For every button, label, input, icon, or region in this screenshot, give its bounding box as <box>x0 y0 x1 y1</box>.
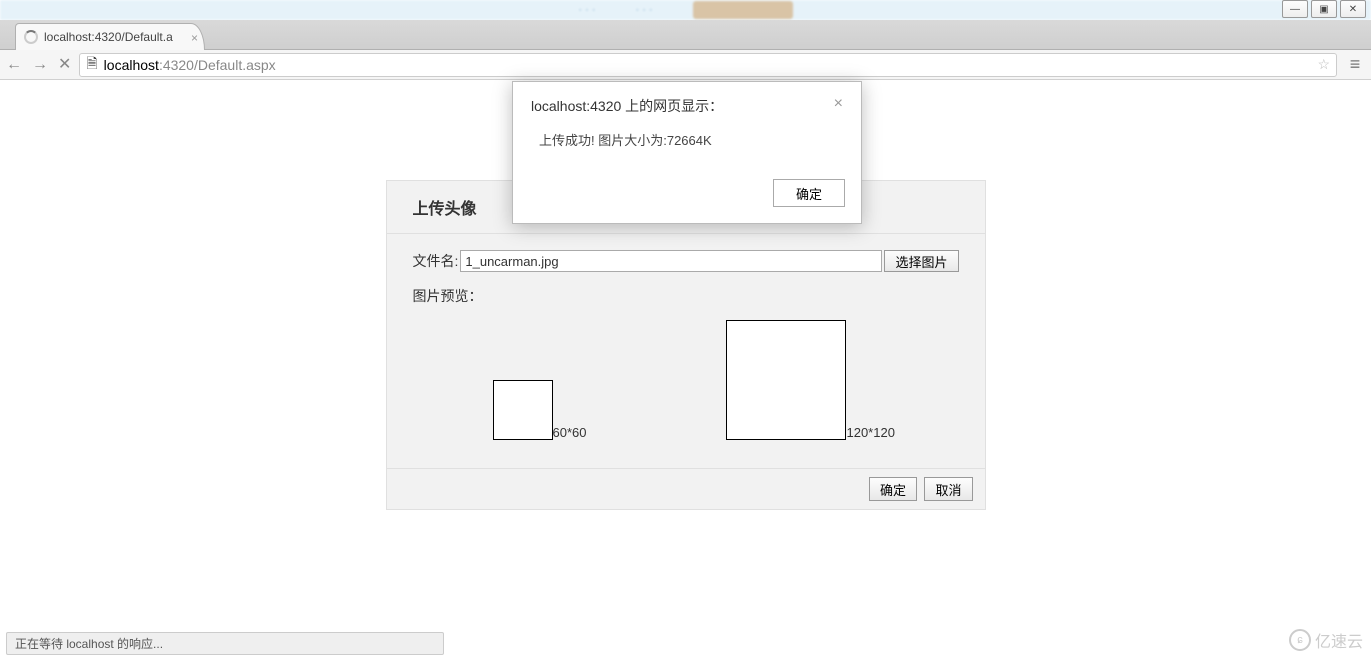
alert-title: localhost:4320 上的网页显示： <box>531 96 723 116</box>
minimize-button[interactable]: — <box>1282 0 1308 18</box>
cancel-button[interactable]: 取消 <box>924 477 972 501</box>
preview-box-60 <box>493 380 553 440</box>
browser-toolbar: ← → ✕ 🗎 localhost:4320/Default.aspx ☆ ≡ <box>0 50 1371 80</box>
file-name-input[interactable] <box>460 250 882 272</box>
alert-dialog: localhost:4320 上的网页显示： × 上传成功! 图片大小为:726… <box>512 81 862 224</box>
stop-reload-button[interactable]: ✕ <box>58 57 71 73</box>
status-bar: 正在等待 localhost 的响应... <box>6 630 1371 656</box>
close-window-button[interactable]: ✕ <box>1340 0 1366 18</box>
tab-strip: localhost:4320/Default.a × <box>0 20 1371 50</box>
size-label-60: 60*60 <box>553 425 587 440</box>
watermark-icon: ɕ <box>1289 629 1311 651</box>
upload-panel: 上传头像 文件名: 选择图片 图片预览： 60*60 120*120 <box>386 180 986 510</box>
select-image-button[interactable]: 选择图片 <box>884 250 958 272</box>
preview-label: 图片预览： <box>413 286 483 306</box>
status-text: 正在等待 localhost 的响应... <box>6 632 444 655</box>
url-host: localhost <box>104 57 159 73</box>
window-controls: — ▣ ✕ <box>1282 0 1366 18</box>
confirm-button[interactable]: 确定 <box>869 477 917 501</box>
preview-label-row: 图片预览： <box>413 286 959 306</box>
preview-120: 120*120 <box>726 320 894 440</box>
watermark: ɕ 亿速云 <box>1289 628 1363 652</box>
page-icon: 🗎 <box>86 53 97 77</box>
size-label-120: 120*120 <box>846 425 894 440</box>
background-blur: · · ·· · · <box>0 0 1371 20</box>
nav-buttons: ← → ✕ <box>6 57 71 73</box>
bookmark-star-icon[interactable]: ☆ <box>1317 56 1330 73</box>
address-bar[interactable]: 🗎 localhost:4320/Default.aspx ☆ <box>79 53 1337 77</box>
alert-message: 上传成功! 图片大小为:72664K <box>513 124 861 169</box>
alert-close-button[interactable]: × <box>834 96 843 116</box>
maximize-button[interactable]: ▣ <box>1311 0 1337 18</box>
panel-footer: 确定 取消 <box>387 468 985 509</box>
url-path: :4320/Default.aspx <box>159 57 276 73</box>
file-row: 文件名: 选择图片 <box>413 250 959 272</box>
preview-area: 60*60 120*120 <box>413 320 959 458</box>
alert-ok-button[interactable]: 确定 <box>773 179 845 207</box>
tab-close-button[interactable]: × <box>191 31 198 45</box>
watermark-text: 亿速云 <box>1315 628 1363 652</box>
loading-spinner-icon <box>24 30 38 44</box>
browser-tab[interactable]: localhost:4320/Default.a × <box>15 23 205 50</box>
file-label: 文件名: <box>413 251 459 271</box>
back-button[interactable]: ← <box>6 57 22 73</box>
preview-60: 60*60 <box>493 380 587 440</box>
tab-title: localhost:4320/Default.a <box>44 30 173 44</box>
forward-button[interactable]: → <box>32 57 48 73</box>
menu-button[interactable]: ≡ <box>1345 54 1365 75</box>
preview-box-120 <box>726 320 846 440</box>
